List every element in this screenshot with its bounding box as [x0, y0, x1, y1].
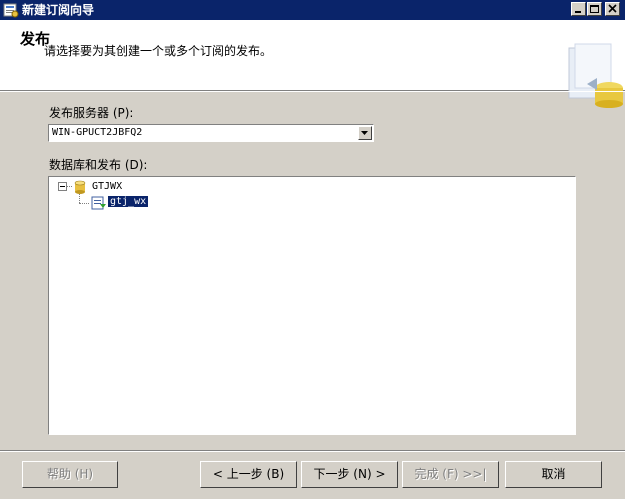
tree-connector: [67, 186, 72, 187]
database-icon: [73, 180, 87, 197]
tree-item-publication[interactable]: gtj_wx: [108, 196, 149, 207]
help-button[interactable]: 帮助 (H): [22, 461, 118, 488]
wizard-header: 发布 请选择要为其创建一个或多个订阅的发布。: [0, 20, 625, 108]
header-divider: [0, 91, 625, 92]
publisher-value: WIN-GPUCT2JBFQ2: [52, 127, 143, 138]
close-button[interactable]: [605, 2, 620, 16]
back-button[interactable]: < 上一步 (B): [200, 461, 297, 488]
minimize-button[interactable]: [571, 2, 586, 16]
databases-label: 数据库和发布 (D):: [49, 158, 148, 172]
publisher-select[interactable]: WIN-GPUCT2JBFQ2: [48, 124, 374, 142]
header-graphic-icon: [565, 42, 625, 108]
maximize-button[interactable]: [587, 2, 602, 16]
tree-item-database[interactable]: GTJWX: [92, 181, 122, 192]
title-bar: 新建订阅向导: [0, 0, 625, 20]
cancel-button[interactable]: 取消: [505, 461, 602, 488]
window-title: 新建订阅向导: [22, 3, 95, 17]
page-subtitle: 请选择要为其创建一个或多个订阅的发布。: [44, 44, 273, 58]
publication-icon: [91, 195, 107, 214]
publisher-label: 发布服务器 (P):: [49, 106, 134, 120]
next-button[interactable]: 下一步 (N) >: [301, 461, 398, 488]
chevron-down-icon[interactable]: [358, 126, 372, 140]
publication-tree[interactable]: GTJWX gtj_wx: [48, 176, 576, 435]
wizard-icon: [3, 2, 19, 18]
footer-divider-highlight: [0, 451, 625, 452]
tree-connector: [79, 203, 89, 204]
finish-button[interactable]: 完成 (F) >>|: [402, 461, 499, 488]
collapse-icon[interactable]: [58, 182, 67, 191]
